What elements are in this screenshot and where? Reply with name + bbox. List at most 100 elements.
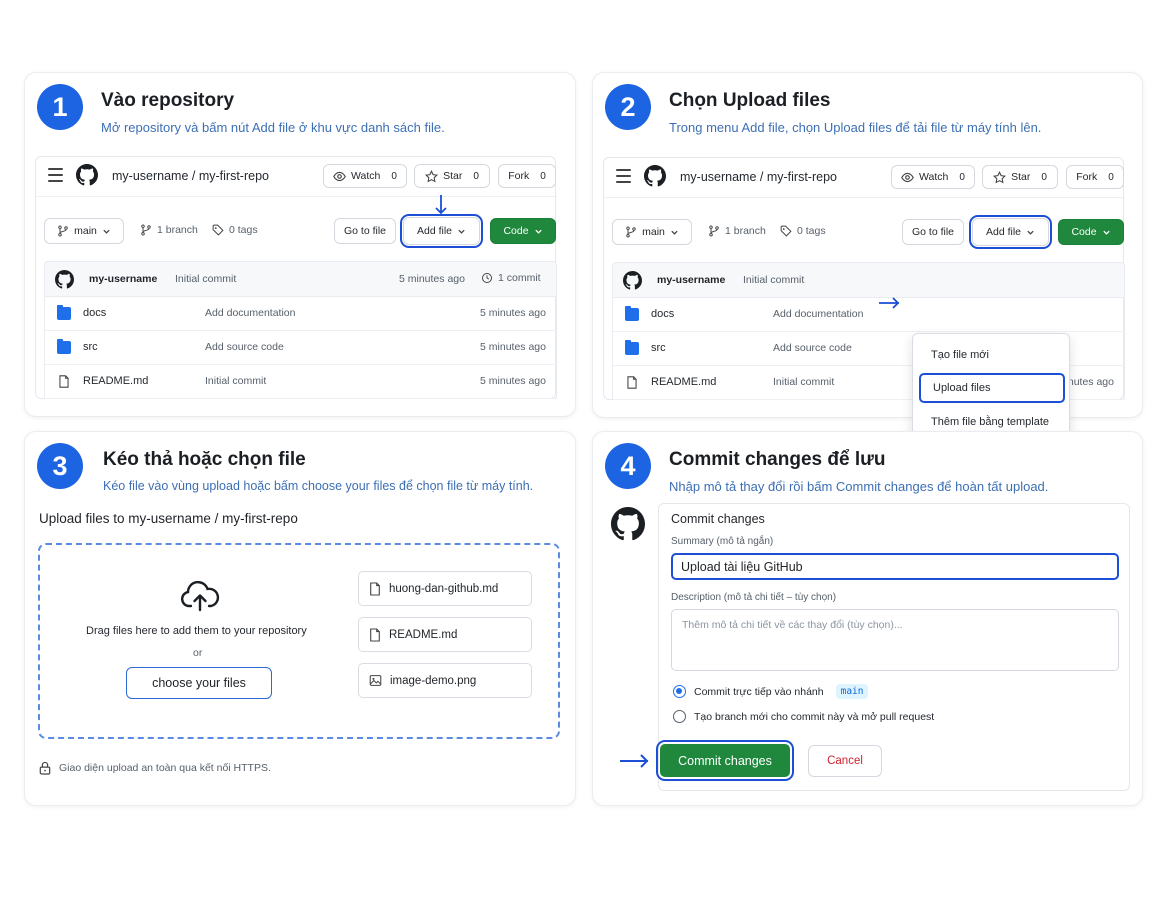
branches-link[interactable]: 1 branch	[708, 225, 766, 237]
commit-author[interactable]: my-username	[89, 273, 157, 285]
tags-link[interactable]: 0 tags	[212, 224, 258, 236]
tutorial-canvas: 1 Vào repository Mở repository và bấm nú…	[0, 0, 1167, 900]
github-logo-icon[interactable]	[76, 164, 98, 186]
branch-icon	[57, 225, 69, 237]
table-row[interactable]: docs Add documentation 5 minutes ago	[44, 297, 557, 331]
repo-path[interactable]: my-username / my-first-repo	[680, 170, 837, 184]
menu-item-upload-files[interactable]: Upload files	[919, 373, 1065, 403]
file-icon	[57, 375, 71, 388]
arrow-down-icon	[435, 195, 447, 215]
cancel-button[interactable]: Cancel	[808, 745, 882, 777]
step-title: Chọn Upload files	[669, 90, 831, 111]
watch-button[interactable]: Watch 0	[891, 165, 975, 189]
avatar	[623, 271, 642, 290]
menu-icon[interactable]	[48, 168, 63, 182]
or-text: or	[193, 647, 203, 659]
step-title: Commit changes để lưu	[669, 449, 886, 470]
step-subtitle: Trong menu Add file, chọn Upload files đ…	[669, 120, 1042, 135]
repo-path[interactable]: my-username / my-first-repo	[112, 169, 269, 183]
code-button[interactable]: Code	[1058, 219, 1124, 245]
code-button[interactable]: Code	[490, 218, 556, 244]
file-icon	[625, 376, 639, 389]
table-row[interactable]: README.md Initial commit 5 minutes ago	[44, 365, 557, 399]
radio-new-branch[interactable]: Tạo branch mới cho commit này và mở pull…	[673, 710, 934, 723]
upload-dropzone[interactable]: Drag files here to add them to your repo…	[38, 543, 560, 739]
repo-view: my-username / my-first-repo Watch 0 Star 0…	[35, 156, 557, 399]
step-3-panel: 3 Kéo thả hoặc chọn file Kéo file vào vù…	[24, 431, 576, 806]
step-subtitle: Nhập mô tả thay đổi rồi bấm Commit chang…	[669, 479, 1049, 494]
chevron-down-icon	[534, 227, 543, 236]
commit-time: 5 minutes ago	[399, 273, 465, 285]
go-to-file-button[interactable]: Go to file	[902, 219, 964, 245]
branch-select[interactable]: main	[44, 218, 124, 244]
repo-header: my-username / my-first-repo Watch 0 Star 0…	[36, 157, 556, 197]
folder-icon	[625, 306, 639, 321]
table-row[interactable]: docs Add documentation	[612, 298, 1125, 332]
step-1-panel: 1 Vào repository Mở repository và bấm nú…	[24, 72, 576, 417]
chevron-down-icon	[670, 228, 679, 237]
uploaded-file[interactable]: image-demo.png	[358, 663, 532, 698]
tag-icon	[780, 225, 792, 237]
arrow-right-icon	[620, 754, 649, 768]
github-logo-icon[interactable]	[644, 165, 666, 187]
branches-link[interactable]: 1 branch	[140, 224, 198, 236]
add-file-dropdown: Tạo file mới Upload files Thêm file bằng…	[912, 333, 1070, 440]
fork-button[interactable]: Fork 0	[498, 164, 556, 188]
branch-icon	[625, 226, 637, 238]
tags-link[interactable]: 0 tags	[780, 225, 826, 237]
radio-commit-direct[interactable]: Commit trực tiếp vào nhánh main	[673, 684, 869, 699]
chevron-down-icon	[1026, 228, 1035, 237]
description-textarea[interactable]: Thêm mô tả chi tiết về các thay đổi (tùy…	[671, 609, 1119, 671]
commits-link[interactable]: 1 commit	[481, 272, 541, 284]
watch-button[interactable]: Watch 0	[323, 164, 407, 188]
choose-files-button[interactable]: choose your files	[126, 667, 272, 699]
upload-title: Upload files to my-username / my-first-r…	[39, 511, 298, 526]
step-title: Kéo thả hoặc chọn file	[103, 449, 306, 470]
go-to-file-button[interactable]: Go to file	[334, 218, 396, 244]
latest-commit-bar: my-username Initial commit	[612, 262, 1125, 298]
tag-icon	[212, 224, 224, 236]
step-4-panel: 4 Commit changes để lưu Nhập mô tả thay …	[592, 431, 1143, 806]
table-row[interactable]: src Add source code 5 minutes ago	[44, 331, 557, 365]
step-number-badge: 4	[605, 443, 651, 489]
step-subtitle: Kéo file vào vùng upload hoặc bấm choose…	[103, 479, 534, 493]
cloud-upload-icon	[180, 581, 220, 613]
uploaded-file[interactable]: README.md	[358, 617, 532, 652]
summary-input[interactable]: Upload tài liệu GitHub	[671, 553, 1119, 580]
uploaded-file[interactable]: huong-dan-github.md	[358, 571, 532, 606]
commit-message[interactable]: Initial commit	[743, 274, 804, 286]
secure-note: Giao diện upload an toàn qua kết nối HTT…	[39, 761, 271, 775]
description-label: Description (mô tả chi tiết – tùy chọn)	[671, 592, 837, 603]
chevron-down-icon	[1102, 228, 1111, 237]
commit-form-title: Commit changes	[671, 512, 765, 526]
menu-item-create-file[interactable]: Tạo file mới	[919, 340, 1065, 370]
star-button[interactable]: Star 0	[982, 165, 1058, 189]
menu-icon[interactable]	[616, 169, 631, 183]
summary-label: Summary (mô tả ngắn)	[671, 536, 774, 547]
chevron-down-icon	[102, 227, 111, 236]
file-icon	[369, 582, 381, 596]
commit-author[interactable]: my-username	[657, 274, 725, 286]
star-icon	[993, 171, 1006, 184]
image-icon	[369, 674, 382, 687]
latest-commit-bar: my-username Initial commit 5 minutes ago…	[44, 261, 557, 297]
branch-select[interactable]: main	[612, 219, 692, 245]
repo-header: my-username / my-first-repo Watch 0 Star 0…	[604, 158, 1124, 198]
add-file-button[interactable]: Add file	[969, 215, 1052, 249]
step-number-badge: 1	[37, 84, 83, 130]
step-2-panel: 2 Chọn Upload files Trong menu Add file,…	[592, 72, 1143, 440]
radio-icon	[673, 710, 686, 723]
star-button[interactable]: Star 0	[414, 164, 490, 188]
branch-badge: main	[835, 684, 869, 699]
eye-icon	[901, 171, 914, 184]
radio-selected-icon	[673, 685, 686, 698]
add-file-button[interactable]: Add file	[400, 214, 483, 248]
repo-view: my-username / my-first-repo Watch 0 Star 0…	[603, 157, 1125, 440]
commit-message[interactable]: Initial commit	[175, 273, 236, 285]
step-number-badge: 2	[605, 84, 651, 130]
step-subtitle: Mở repository và bấm nút Add file ở khu …	[101, 120, 445, 135]
folder-icon	[57, 305, 71, 320]
fork-button[interactable]: Fork 0	[1066, 165, 1124, 189]
folder-icon	[57, 339, 71, 354]
commit-changes-button[interactable]: Commit changes	[656, 740, 794, 781]
